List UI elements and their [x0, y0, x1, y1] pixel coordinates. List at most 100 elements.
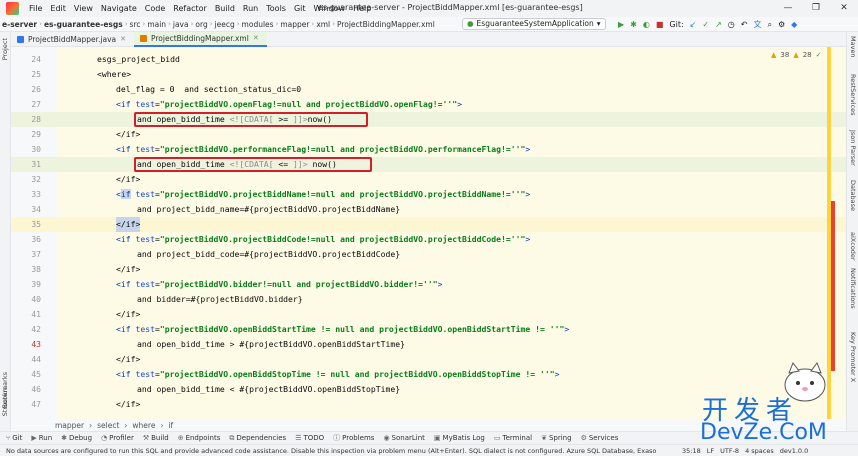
code-line[interactable]: 29 </if> [11, 127, 846, 142]
tool-sonarlint[interactable]: ◉ SonarLint [383, 434, 424, 442]
caret-position[interactable]: 35:18 [682, 447, 701, 455]
intellij-logo-icon[interactable] [6, 2, 19, 15]
run-configuration-select[interactable]: ● EsguaranteeSystemApplication ▾ [462, 18, 606, 30]
stop-icon[interactable]: ■ [656, 20, 664, 29]
code-line-current[interactable]: 35 </if> [11, 217, 846, 233]
error-stripe-errors[interactable] [831, 201, 835, 371]
structure-tool-button[interactable]: Structure [1, 386, 9, 416]
breadcrumb-where[interactable]: where [132, 421, 155, 430]
git-push-icon[interactable]: ↗ [715, 20, 722, 29]
crumb-file[interactable]: ProjectBiddingMapper.xml [335, 20, 437, 29]
menu-code[interactable]: Code [141, 4, 169, 13]
breadcrumb-select[interactable]: select [97, 421, 119, 430]
menu-run[interactable]: Run [239, 4, 262, 13]
rollback-icon[interactable]: ↶ [741, 20, 748, 29]
aixcoder-tool-button[interactable]: aiXcoder [849, 232, 857, 261]
rest-services-tool-button[interactable]: RestServices [849, 74, 857, 116]
git-commit-icon[interactable]: ✓ [702, 20, 709, 29]
indent-setting[interactable]: 4 spaces [745, 447, 774, 455]
tab-projectbiddmapper-java[interactable]: ProjectBiddMapper.java ✕ [11, 32, 134, 47]
code-line[interactable]: 43 and open_bidd_time > #{projectBiddVO.… [11, 337, 846, 352]
menu-build[interactable]: Build [211, 4, 239, 13]
menu-refactor[interactable]: Refactor [169, 4, 211, 13]
code-line[interactable]: 33 <if test="projectBiddVO.projectBiddNa… [11, 187, 846, 202]
crumb-mapper[interactable]: mapper [278, 20, 311, 29]
code-line[interactable]: 26 del_flag = 0 and section_status_dic=0 [11, 82, 846, 97]
code-line[interactable]: 40 and bidder=#{projectBiddVO.bidder} [11, 292, 846, 307]
tool-spring[interactable]: ❦ Spring [541, 434, 571, 442]
code-line[interactable]: 24 esgs_project_bidd [11, 52, 846, 67]
ide-logo-icon[interactable]: ◆ [791, 20, 797, 29]
minimize-button[interactable]: — [774, 0, 802, 17]
crumb-java[interactable]: java [171, 20, 191, 29]
key-promoter-tool-button[interactable]: Key Promoter X [849, 332, 857, 382]
menu-git[interactable]: Git [290, 4, 310, 13]
gear-icon[interactable]: ⚙ [778, 20, 785, 29]
status-message[interactable]: No data sources are configured to run th… [6, 447, 656, 455]
crumb-module[interactable]: es-guarantee-esgs [42, 20, 125, 29]
crumb-modules[interactable]: modules [240, 20, 276, 29]
tab-projectbiddingmapper-xml[interactable]: ProjectBiddingMapper.xml ✕ [133, 31, 267, 47]
breadcrumb-if[interactable]: if [168, 421, 173, 430]
code-line[interactable]: 41 </if> [11, 307, 846, 322]
tool-dependencies[interactable]: ⧉ Dependencies [229, 434, 286, 443]
tool-todo[interactable]: ☰ TODO [295, 434, 324, 442]
run-icon[interactable]: ▶ [618, 20, 624, 29]
tool-git[interactable]: ⑂ Git [6, 434, 22, 442]
code-line[interactable]: 25 <where> [11, 67, 846, 82]
crumb-org[interactable]: org [193, 20, 209, 29]
tool-mybatis-log[interactable]: ▣ MyBatis Log [434, 434, 485, 442]
tool-profiler[interactable]: ◔ Profiler [101, 434, 134, 442]
code-line[interactable]: 30 <if test="projectBiddVO.performanceFl… [11, 142, 846, 157]
close-icon[interactable]: ✕ [253, 31, 259, 46]
search-icon[interactable]: ⌕ [767, 20, 771, 30]
tool-run[interactable]: ▶ Run [31, 434, 52, 442]
crumb-xml[interactable]: xml [314, 20, 332, 29]
menu-file[interactable]: File [25, 4, 46, 13]
menu-tools[interactable]: Tools [262, 4, 290, 13]
notifications-tool-button[interactable]: Notifications [849, 268, 857, 309]
code-line[interactable]: 42 <if test="projectBiddVO.openBiddStart… [11, 322, 846, 337]
tool-services[interactable]: ⚙ Services [581, 434, 619, 442]
crumb-jeecg[interactable]: jeecg [213, 20, 237, 29]
file-encoding[interactable]: UTF-8 [720, 447, 739, 455]
code-line[interactable]: 44 </if> [11, 352, 846, 367]
menu-navigate[interactable]: Navigate [97, 4, 141, 13]
line-separator[interactable]: LF [707, 447, 714, 455]
code-line[interactable]: 39 <if test="projectBiddVO.bidder!=null … [11, 277, 846, 292]
code-editor[interactable]: 24 esgs_project_bidd 25 <where> 26 del_f… [11, 47, 846, 419]
code-line[interactable]: 32 </if> [11, 172, 846, 187]
inspection-widget[interactable]: ▲ 38 ▲ 28 ✓ [771, 51, 822, 59]
code-line[interactable]: 34 and project_bidd_name=#{projectBiddVO… [11, 202, 846, 217]
tool-build[interactable]: ⚒ Build [143, 434, 169, 442]
code-line[interactable]: 46 and open_bidd_time < #{projectBiddVO.… [11, 382, 846, 397]
json-parser-tool-button[interactable]: Json Parser [849, 130, 857, 166]
git-update-icon[interactable]: ↙ [690, 20, 697, 29]
maven-tool-button[interactable]: Maven [849, 36, 857, 58]
code-line[interactable]: 36 <if test="projectBiddVO.projectBiddCo… [11, 232, 846, 247]
code-line[interactable]: 37 and project_bidd_code=#{projectBiddVO… [11, 247, 846, 262]
tool-endpoints[interactable]: ⊕ Endpoints [178, 434, 221, 442]
tool-debug[interactable]: ✱ Debug [61, 434, 92, 442]
crumb-src[interactable]: src [128, 20, 143, 29]
breadcrumb-mapper[interactable]: mapper [55, 421, 84, 430]
git-branch[interactable]: dev1.0.0 [780, 447, 809, 455]
close-icon[interactable]: ✕ [120, 32, 126, 47]
code-line[interactable]: 45 <if test="projectBiddVO.openBiddStopT… [11, 367, 846, 382]
menu-edit[interactable]: Edit [46, 4, 70, 13]
database-tool-button[interactable]: Database [849, 180, 857, 211]
crumb-main[interactable]: main [145, 20, 168, 29]
history-icon[interactable]: ◷ [728, 20, 735, 29]
close-window-button[interactable]: ✕ [830, 0, 858, 17]
code-line[interactable]: 47 </if> [11, 397, 846, 412]
menu-view[interactable]: View [70, 4, 97, 13]
coverage-icon[interactable]: ◐ [643, 20, 650, 29]
project-tool-button[interactable]: Project [1, 38, 9, 60]
maximize-button[interactable]: ❐ [802, 0, 830, 17]
tool-terminal[interactable]: ▭ Terminal [494, 434, 532, 442]
code-line[interactable]: 38 </if> [11, 262, 846, 277]
code-line[interactable]: 27 <if test="projectBiddVO.openFlag!=nul… [11, 97, 846, 112]
debug-icon[interactable]: ✱ [630, 20, 637, 29]
crumb-project[interactable]: e-server [0, 20, 39, 29]
translate-icon[interactable]: 文 [753, 19, 761, 30]
